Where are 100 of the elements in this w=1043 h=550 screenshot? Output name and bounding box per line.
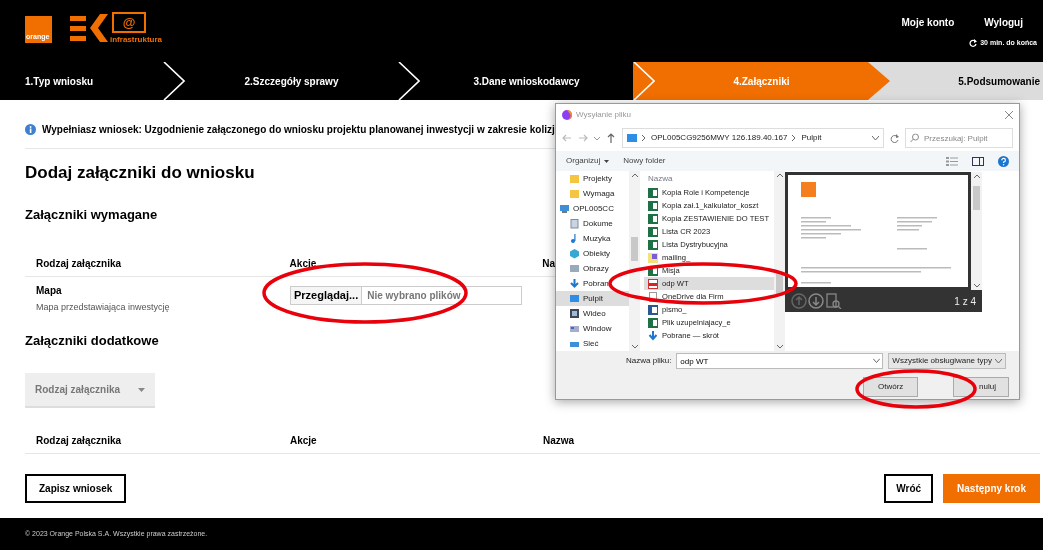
- path-segment[interactable]: OPL005CG9256MWY 126.189.40.167: [651, 132, 788, 144]
- brand-text: infrastruktura: [110, 34, 162, 46]
- cancel-button[interactable]: nuluj: [953, 377, 1009, 397]
- folder-icon: [570, 173, 579, 184]
- preview-pane-icon[interactable]: [972, 156, 984, 166]
- scroll-up-icon[interactable]: [973, 174, 980, 178]
- cube-icon: [570, 248, 579, 259]
- spreadsheet-icon: [648, 213, 658, 224]
- file-name-label: Nazwa pliku:: [626, 355, 672, 367]
- scroll-down-icon[interactable]: [631, 345, 638, 349]
- drive-icon: [570, 323, 579, 334]
- step-tab[interactable]: 5.Podsumowanie: [868, 62, 1043, 100]
- page-counter: 1 z 4: [954, 294, 976, 309]
- scrollbar[interactable]: [971, 172, 982, 290]
- address-bar[interactable]: OPL005CG9256MWY 126.189.40.167 Pulpit: [622, 128, 884, 148]
- browser-logo-icon: [562, 109, 572, 120]
- chevron-down-icon[interactable]: [873, 358, 881, 364]
- folder-tree-item[interactable]: Wideo: [556, 306, 629, 321]
- folder-tree-item[interactable]: Obiekty: [556, 246, 629, 261]
- spreadsheet-icon: [648, 187, 658, 198]
- scroll-down-icon[interactable]: [776, 345, 783, 349]
- chevron-right-icon: [792, 135, 797, 141]
- chevron-right-icon: [642, 135, 646, 141]
- spreadsheet-icon: [648, 200, 658, 211]
- refresh-icon: [969, 39, 978, 48]
- new-folder-button[interactable]: Nowy folder: [623, 155, 932, 167]
- scrollbar[interactable]: [774, 171, 785, 351]
- chevron-icon: [868, 62, 890, 100]
- organize-menu[interactable]: Organizuj: [566, 155, 601, 167]
- column-header: Nazwa: [543, 434, 575, 448]
- file-name-field[interactable]: odp WT: [676, 353, 884, 369]
- section-title: Załączniki wymagane: [25, 207, 158, 223]
- section-title: Załączniki dodatkowe: [25, 333, 159, 349]
- caret-icon: [138, 387, 145, 392]
- folder-icon: [570, 188, 579, 199]
- column-header[interactable]: Nazwa: [644, 171, 774, 186]
- music-note-icon: [570, 233, 579, 244]
- save-button[interactable]: Zapisz wniosek: [25, 474, 127, 503]
- file-type-select[interactable]: Wszystkie obsługiwane typy: [888, 353, 1007, 369]
- type-select[interactable]: Rodzaj załącznika: [25, 373, 155, 408]
- file-icon: [648, 291, 658, 302]
- scroll-down-icon[interactable]: [973, 284, 980, 288]
- scroll-thumb[interactable]: [631, 237, 638, 261]
- close-icon[interactable]: [1005, 110, 1013, 119]
- folder-tree-item[interactable]: Sieć: [556, 336, 629, 351]
- view-options-icon[interactable]: [946, 156, 958, 166]
- folder-tree-item[interactable]: Window: [556, 321, 629, 336]
- browse-button[interactable]: Przeglądaj...: [291, 287, 363, 304]
- spreadsheet-icon: [648, 265, 658, 276]
- info-icon: [25, 123, 36, 135]
- open-button[interactable]: Otwórz: [863, 377, 919, 397]
- scrollbar[interactable]: [629, 171, 640, 351]
- document-icon: [570, 218, 579, 229]
- page-title: Dodaj załączniki do wniosku: [25, 163, 255, 183]
- monitor-icon: [627, 134, 637, 142]
- chevron-down-icon: [995, 358, 1003, 364]
- chevron-icon: [633, 62, 655, 100]
- dialog-title: Wysyłanie pliku: [576, 108, 633, 121]
- download-arrow-icon: [648, 330, 658, 341]
- chevron-icon: [398, 62, 420, 100]
- desktop-icon: [570, 293, 579, 304]
- text-document-icon: [648, 304, 658, 315]
- caret-icon: [604, 159, 610, 163]
- folder-tree-item[interactable]: Pobran: [556, 276, 629, 291]
- bars-logo-icon: [70, 14, 108, 42]
- spreadsheet-icon: [648, 239, 658, 250]
- preview-controls-icon[interactable]: [791, 293, 843, 309]
- pdf-file-icon: [648, 278, 658, 289]
- download-arrow-icon: [570, 278, 579, 289]
- scroll-up-icon[interactable]: [631, 173, 638, 177]
- column-header: Akcje: [290, 434, 318, 448]
- folder-tree-item[interactable]: Projekty: [556, 171, 629, 186]
- scroll-up-icon[interactable]: [776, 173, 783, 177]
- folder-tree-item[interactable]: Pulpit: [556, 291, 629, 306]
- back-button[interactable]: Wróć: [884, 474, 934, 503]
- chevron-icon: [163, 62, 185, 100]
- up-arrow-icon[interactable]: [606, 133, 616, 143]
- attachment-name: Mapa: [36, 284, 63, 298]
- folder-tree-item[interactable]: Obrazy: [556, 261, 629, 276]
- help-icon[interactable]: [998, 155, 1009, 167]
- folder-tree-item[interactable]: Dokume: [556, 216, 629, 231]
- folder-tree-item[interactable]: OPL005CC: [556, 201, 629, 216]
- at-sign: @: [122, 15, 136, 30]
- logout-link[interactable]: Wyloguj: [984, 15, 1023, 30]
- picture-icon: [570, 263, 579, 274]
- scroll-thumb[interactable]: [973, 186, 980, 210]
- column-header: Akcje: [289, 257, 318, 271]
- account-link[interactable]: Moje konto: [901, 15, 955, 30]
- scroll-thumb[interactable]: [776, 272, 783, 296]
- search-field[interactable]: Przeszukaj: Pulpit: [905, 128, 1013, 148]
- spreadsheet-icon: [648, 226, 658, 237]
- file-input[interactable]: Przeglądaj... Nie wybrano plików: [290, 286, 522, 305]
- folder-tree-item[interactable]: Muzyka: [556, 231, 629, 246]
- refresh-icon[interactable]: [890, 133, 899, 143]
- path-segment[interactable]: Pulpit: [801, 132, 822, 144]
- chevron-down-icon[interactable]: [872, 135, 879, 141]
- folder-tree-item[interactable]: Wymaga: [556, 186, 629, 201]
- column-header: Rodzaj załącznika: [35, 434, 123, 448]
- column-header: Na: [542, 257, 555, 271]
- spreadsheet-icon: [648, 317, 658, 328]
